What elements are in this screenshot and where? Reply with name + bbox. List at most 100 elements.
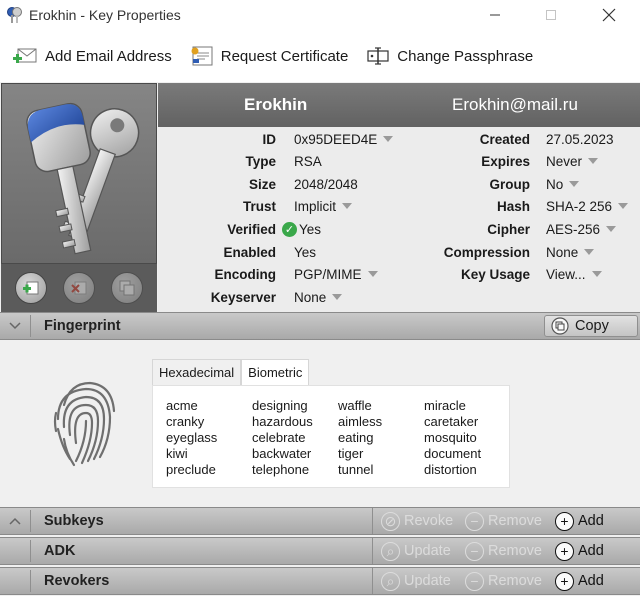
- copy-icon: [119, 280, 135, 296]
- fingerprint-word: preclude: [166, 462, 216, 477]
- key-name: Erokhin: [244, 95, 308, 114]
- maximize-button[interactable]: [528, 0, 574, 30]
- prop-size: Size 2048/2048: [156, 174, 358, 194]
- revokers-actions: ⌕ Update − Remove + Add: [372, 568, 640, 594]
- revoke-subkey-button[interactable]: ⊘ Revoke: [381, 509, 453, 533]
- fingerprint-word: caretaker: [424, 414, 479, 429]
- remove-subkey-button[interactable]: − Remove: [465, 509, 542, 533]
- chevron-down-icon: [342, 203, 353, 209]
- prop-trust: Trust Implicit: [156, 196, 353, 216]
- subkeys-section: Subkeys ⊘ Revoke − Remove + Add: [0, 507, 640, 535]
- word-column: designing hazardous celebrate backwater …: [252, 398, 313, 478]
- minimize-button[interactable]: [472, 0, 518, 30]
- collapse-toggle[interactable]: [0, 313, 30, 339]
- revokers-section: Revokers ⌕ Update − Remove + Add: [0, 567, 640, 595]
- remove-revoker-button[interactable]: − Remove: [465, 569, 542, 593]
- prop-keyserver: Keyserver None: [156, 287, 343, 307]
- toolbar: Add Email Address Request Certificate Ch…: [0, 30, 640, 82]
- add-user-id-button[interactable]: [15, 272, 47, 304]
- prop-label: Verified: [227, 221, 276, 237]
- fingerprint-word: celebrate: [252, 430, 306, 445]
- plus-icon: +: [555, 541, 574, 561]
- app-key-icon: [7, 7, 22, 23]
- update-revoker-button[interactable]: ⌕ Update: [381, 569, 451, 593]
- remove-user-id-button[interactable]: [63, 272, 95, 304]
- prop-encoding-value[interactable]: PGP/MIME: [294, 267, 378, 282]
- fingerprint-word: document: [424, 446, 482, 461]
- plus-icon: +: [555, 511, 574, 531]
- prop-expires-value[interactable]: Never: [546, 154, 599, 169]
- fingerprint-section: Fingerprint Copy: [0, 312, 640, 340]
- prop-hash: Hash SHA-2 256: [410, 196, 629, 216]
- plus-icon: +: [555, 571, 574, 591]
- prop-hash-value[interactable]: SHA-2 256: [546, 199, 629, 214]
- prop-compression: Compression None: [410, 242, 595, 262]
- tab-biometric[interactable]: Biometric: [241, 359, 310, 385]
- remove-icon: [71, 281, 87, 295]
- tab-hexadecimal[interactable]: Hexadecimal: [152, 359, 242, 385]
- key-header: Erokhin Erokhin@mail.ru: [158, 83, 640, 127]
- adk-title: ADK: [44, 543, 76, 559]
- add-revoker-button[interactable]: + Add: [555, 569, 604, 593]
- change-passphrase-button[interactable]: Change Passphrase: [360, 41, 539, 71]
- remove-adk-button[interactable]: − Remove: [465, 539, 542, 563]
- biometric-words: acme cranky eyeglass kiwi preclude desig…: [152, 385, 510, 488]
- prop-type-value: RSA: [294, 153, 322, 169]
- fingerprint-word: aimless: [338, 414, 383, 429]
- copy-label: Copy: [575, 318, 609, 334]
- prop-trust-value[interactable]: Implicit: [294, 199, 353, 214]
- fingerprint-icon: [53, 381, 116, 467]
- minus-icon: −: [465, 511, 484, 531]
- fingerprint-word: kiwi: [166, 446, 188, 461]
- request-certificate-button[interactable]: Request Certificate: [184, 41, 355, 71]
- prop-label: Size: [248, 176, 276, 192]
- chevron-down-icon: [618, 203, 629, 209]
- prop-id-value[interactable]: 0x95DEED4E: [294, 132, 394, 147]
- minus-icon: −: [465, 571, 484, 591]
- prop-label: Trust: [242, 198, 276, 214]
- keys-icon: [26, 102, 140, 255]
- close-button[interactable]: [586, 0, 632, 30]
- prop-cipher-value[interactable]: AES-256: [546, 222, 617, 237]
- prop-size-value: 2048/2048: [294, 176, 358, 192]
- chevron-up-icon: [9, 517, 21, 525]
- add-subkey-button[interactable]: + Add: [555, 509, 604, 533]
- chevron-down-icon: [367, 271, 378, 277]
- add-email-label: Add Email Address: [45, 47, 172, 65]
- prop-expires: Expires Never: [410, 151, 599, 171]
- prop-label: Keyserver: [210, 289, 276, 305]
- prop-label: Created: [479, 131, 530, 147]
- prop-label: Enabled: [223, 244, 276, 260]
- word-column: waffle aimless eating tiger tunnel: [338, 398, 382, 478]
- minus-icon: −: [465, 541, 484, 561]
- add-adk-button[interactable]: + Add: [555, 539, 604, 563]
- prop-label: Encoding: [214, 266, 277, 282]
- key-image: [1, 83, 157, 264]
- add-icon: [23, 281, 39, 295]
- subkeys-actions: ⊘ Revoke − Remove + Add: [372, 508, 640, 534]
- prop-verified: Verified ✓ Yes: [156, 219, 321, 239]
- prop-label: Compression: [443, 244, 530, 260]
- chevron-down-icon: [588, 158, 599, 164]
- prop-keyserver-value[interactable]: None: [294, 290, 343, 305]
- fingerprint-word: waffle: [338, 398, 372, 413]
- prop-type: Type RSA: [156, 151, 322, 171]
- prop-label: Key Usage: [460, 266, 530, 282]
- change-passphrase-label: Change Passphrase: [397, 47, 534, 65]
- adk-section: ADK ⌕ Update − Remove + Add: [0, 537, 640, 565]
- search-icon: ⌕: [381, 571, 400, 591]
- prop-key-usage-value[interactable]: View...: [546, 267, 602, 282]
- copy-fingerprint-button[interactable]: Copy: [544, 315, 638, 337]
- chevron-down-icon: [332, 294, 343, 300]
- passphrase-icon: [367, 47, 389, 65]
- update-adk-button[interactable]: ⌕ Update: [381, 539, 451, 563]
- prop-compression-value[interactable]: None: [546, 245, 595, 260]
- chevron-down-icon: [584, 249, 595, 255]
- copy-key-button[interactable]: [111, 272, 143, 304]
- fingerprint-word: designing: [252, 398, 308, 413]
- expand-toggle[interactable]: [0, 508, 30, 534]
- chevron-down-icon: [383, 136, 394, 142]
- prop-group-value[interactable]: No: [546, 177, 580, 192]
- prop-id: ID 0x95DEED4E: [156, 129, 394, 149]
- add-email-button[interactable]: Add Email Address: [6, 41, 178, 71]
